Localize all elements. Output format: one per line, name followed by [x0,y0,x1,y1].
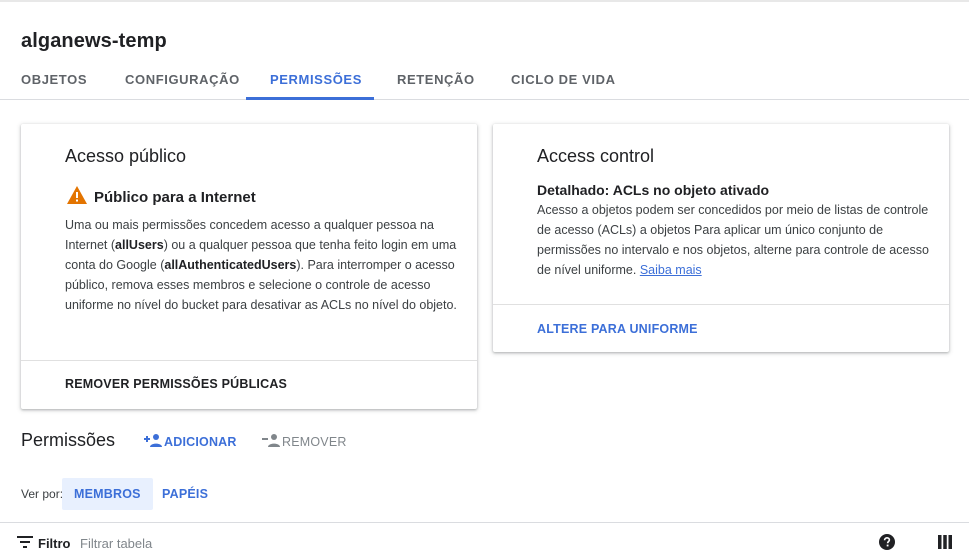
page-title: alganews-temp [21,30,167,52]
add-person-icon [144,433,162,450]
remove-member-label: REMOVER [282,434,347,449]
all-users-term: allUsers [115,238,164,252]
active-tab-indicator [246,97,374,100]
public-warning-title: Público para a Internet [94,189,256,206]
tab-retencao[interactable]: RETENÇÃO [397,60,475,100]
card-divider [21,360,477,361]
public-access-card: Acesso público Público para a Internet U… [21,124,477,409]
bucket-permissions-page: alganews-temp OBJETOS CONFIGURAÇÃO PERMI… [0,0,969,560]
access-control-description: Acesso a objetos podem ser concedidos po… [537,200,929,280]
learn-more-link[interactable]: Saiba mais [640,263,702,277]
view-by-roles-chip[interactable]: PAPÉIS [150,478,220,510]
tab-ciclo-de-vida[interactable]: CICLO DE VIDA [511,60,616,100]
public-access-title: Acesso público [65,146,187,166]
warning-icon [66,185,88,210]
access-control-card: Access control Detalhado: ACLs no objeto… [493,124,949,352]
add-member-label: ADICIONAR [164,434,237,449]
all-authenticated-users-term: allAuthenticatedUsers [164,258,297,272]
view-by-label: Ver por: [21,487,64,501]
access-control-title: Access control [537,146,655,166]
remove-member-button[interactable]: REMOVER [262,433,347,450]
card-divider [493,304,949,305]
remove-public-permissions-button[interactable]: REMOVER PERMISSÕES PÚBLICAS [65,377,287,391]
columns-icon[interactable] [938,535,952,549]
add-member-button[interactable]: ADICIONAR [144,433,237,450]
public-warning-row: Público para a Internet [66,185,256,210]
view-by-members-chip[interactable]: MEMBROS [62,478,153,510]
tab-configuracao[interactable]: CONFIGURAÇÃO [125,60,240,100]
access-control-subtitle: Detalhado: ACLs no objeto ativado [537,182,770,198]
filter-bar: Filtro [0,522,969,560]
tab-permissoes[interactable]: PERMISSÕES [270,60,362,100]
top-divider [0,0,969,2]
public-access-description: Uma ou mais permissões concedem acesso a… [65,215,459,315]
help-icon[interactable] [879,534,895,550]
filter-table-input[interactable] [80,532,580,554]
permissions-title: Permissões [21,430,116,450]
remove-person-icon [262,433,280,450]
switch-to-uniform-button[interactable]: ALTERE PARA UNIFORME [537,322,698,336]
filter-icon[interactable] [17,536,33,548]
tab-objetos[interactable]: OBJETOS [21,60,87,100]
tab-bar: OBJETOS CONFIGURAÇÃO PERMISSÕES RETENÇÃO… [0,60,969,100]
filter-label: Filtro [38,536,71,551]
description-text: Acesso a objetos podem ser concedidos po… [537,203,929,277]
